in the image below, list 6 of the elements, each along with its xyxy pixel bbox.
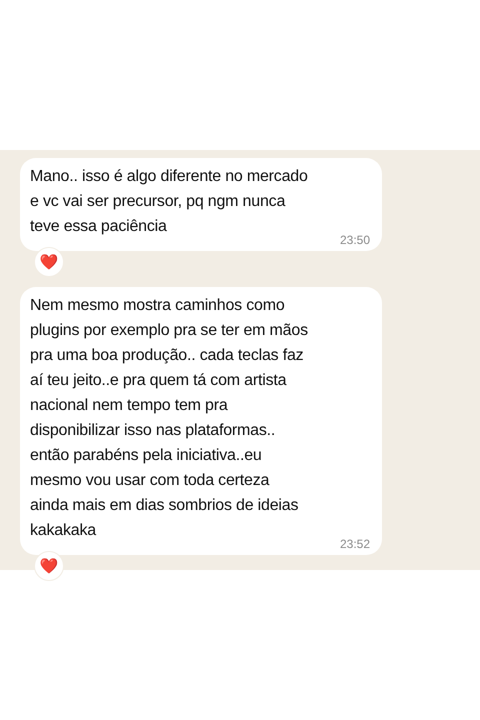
reaction-badge[interactable]: ❤ bbox=[34, 551, 64, 581]
reaction-badge[interactable]: ❤ bbox=[34, 247, 64, 277]
timestamp: 23:52 bbox=[340, 537, 370, 551]
message-text: Nem mesmo mostra caminhos como plugins por exemplo pra se ter em mãos pra uma boa produção.. cada teclas faz aí teu jeito..e pra quem tá com artista nacional nem tempo tem pra disponibilizar isso nas plataformas.. então parabéns pela iniciativa..eu mesmo vou usar com toda certeza ainda mais em dias sombrios de ideias kakakaka bbox=[30, 296, 308, 541]
message-text: Mano.. isso é algo diferente no mercado e vc vai ser precursor, pq ngm nunca teve essa paciência bbox=[30, 167, 308, 237]
timestamp: 23:50 bbox=[340, 233, 370, 247]
